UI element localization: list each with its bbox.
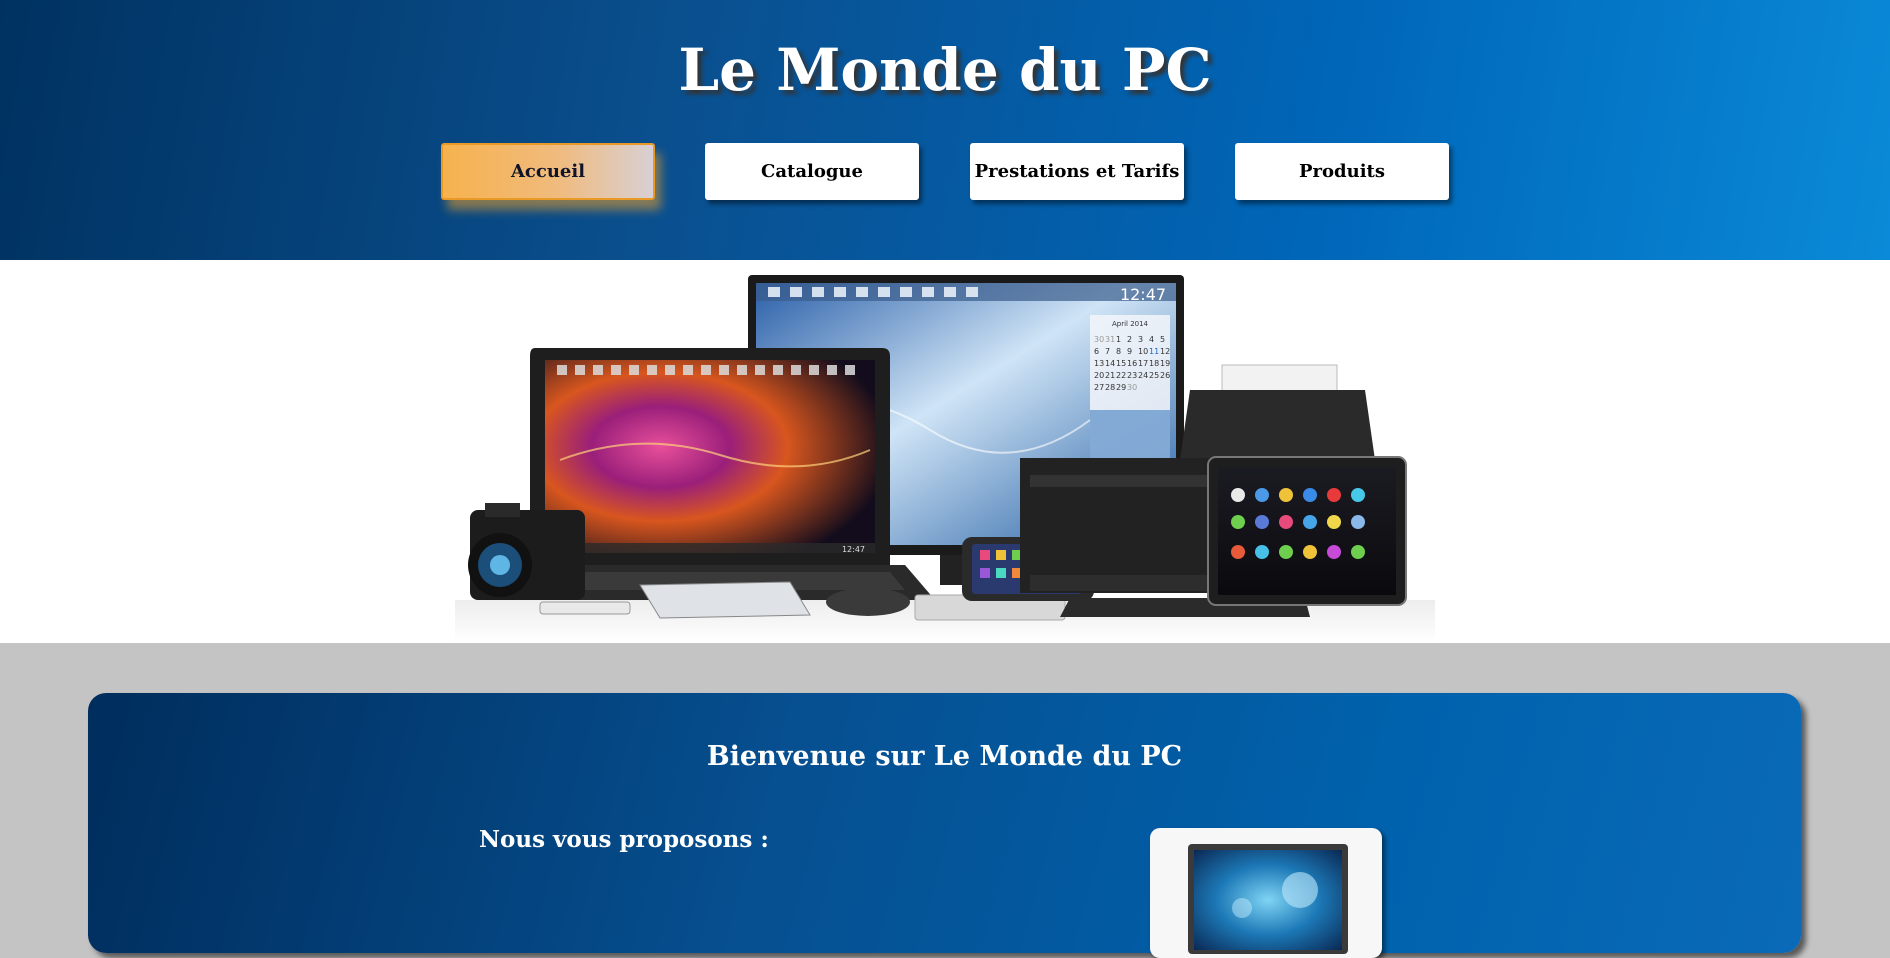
monitor-clock: 12:47: [1120, 285, 1166, 304]
offer-subtitle: Nous vous proposons :: [479, 826, 769, 853]
welcome-panel: Bienvenue sur Le Monde du PC Nous vous p…: [88, 693, 1801, 958]
calendar-day: 19: [1160, 359, 1170, 368]
calendar-day: 12: [1160, 347, 1170, 356]
laptop-thumbnail-image: [1188, 844, 1348, 954]
calendar-day: 10: [1138, 347, 1148, 356]
site-title: Le Monde du PC: [678, 36, 1212, 104]
nav-button-accueil[interactable]: Accueil: [441, 143, 655, 200]
calendar-day: 6: [1094, 347, 1099, 356]
calendar-day: 1: [1116, 335, 1121, 344]
calendar-day: 17: [1138, 359, 1148, 368]
calendar-day: 30: [1127, 383, 1137, 392]
calendar-day: 2: [1127, 335, 1132, 344]
calendar-day: 21: [1105, 371, 1115, 380]
welcome-title: Bienvenue sur Le Monde du PC: [706, 741, 1183, 772]
calendar-day: 15: [1116, 359, 1126, 368]
calendar-day: 30: [1094, 335, 1104, 344]
calendar-day: 25: [1149, 371, 1159, 380]
calendar-day: 9: [1127, 347, 1132, 356]
calendar-month: April 2014: [1112, 320, 1149, 328]
site-header: Le Monde du PC Accueil Catalogue Prestat…: [0, 0, 1890, 260]
calendar-day: 7: [1105, 347, 1110, 356]
laptop-thumbnail-card[interactable]: [1150, 828, 1382, 958]
calendar-day: 24: [1138, 371, 1148, 380]
hero-banner: 12:47 April 2014 30 31 1 2 3 4 5 6 7 8 9 10 11 12 13 14…: [0, 260, 1890, 643]
calendar-day: 28: [1105, 383, 1115, 392]
calendar-day: 27: [1094, 383, 1104, 392]
nav-button-catalogue[interactable]: Catalogue: [705, 143, 919, 200]
calendar-day: 8: [1116, 347, 1121, 356]
calendar-day: 22: [1116, 371, 1126, 380]
calendar-day: 20: [1094, 371, 1104, 380]
calendar-day: 13: [1094, 359, 1104, 368]
calendar-day: 3: [1138, 335, 1143, 344]
calendar-day: 18: [1149, 359, 1159, 368]
calendar-day: 16: [1127, 359, 1137, 368]
calendar-day: 31: [1105, 335, 1115, 344]
nav-button-produits[interactable]: Produits: [1235, 143, 1449, 200]
calendar-day: 14: [1105, 359, 1115, 368]
calendar-day: 11: [1149, 347, 1159, 356]
calendar-day: 4: [1149, 335, 1154, 344]
calendar-day: 29: [1116, 383, 1126, 392]
calendar-day: 26: [1160, 371, 1170, 380]
nav-button-prestations-tarifs[interactable]: Prestations et Tarifs: [970, 143, 1184, 200]
calendar-day: 5: [1160, 335, 1165, 344]
calendar-day: 23: [1127, 371, 1137, 380]
laptop-clock: 12:47: [842, 545, 865, 554]
hero-devices-image: 12:47 April 2014 30 31 1 2 3 4 56 7 8 9 10 11 1213 14…: [455, 275, 1435, 643]
